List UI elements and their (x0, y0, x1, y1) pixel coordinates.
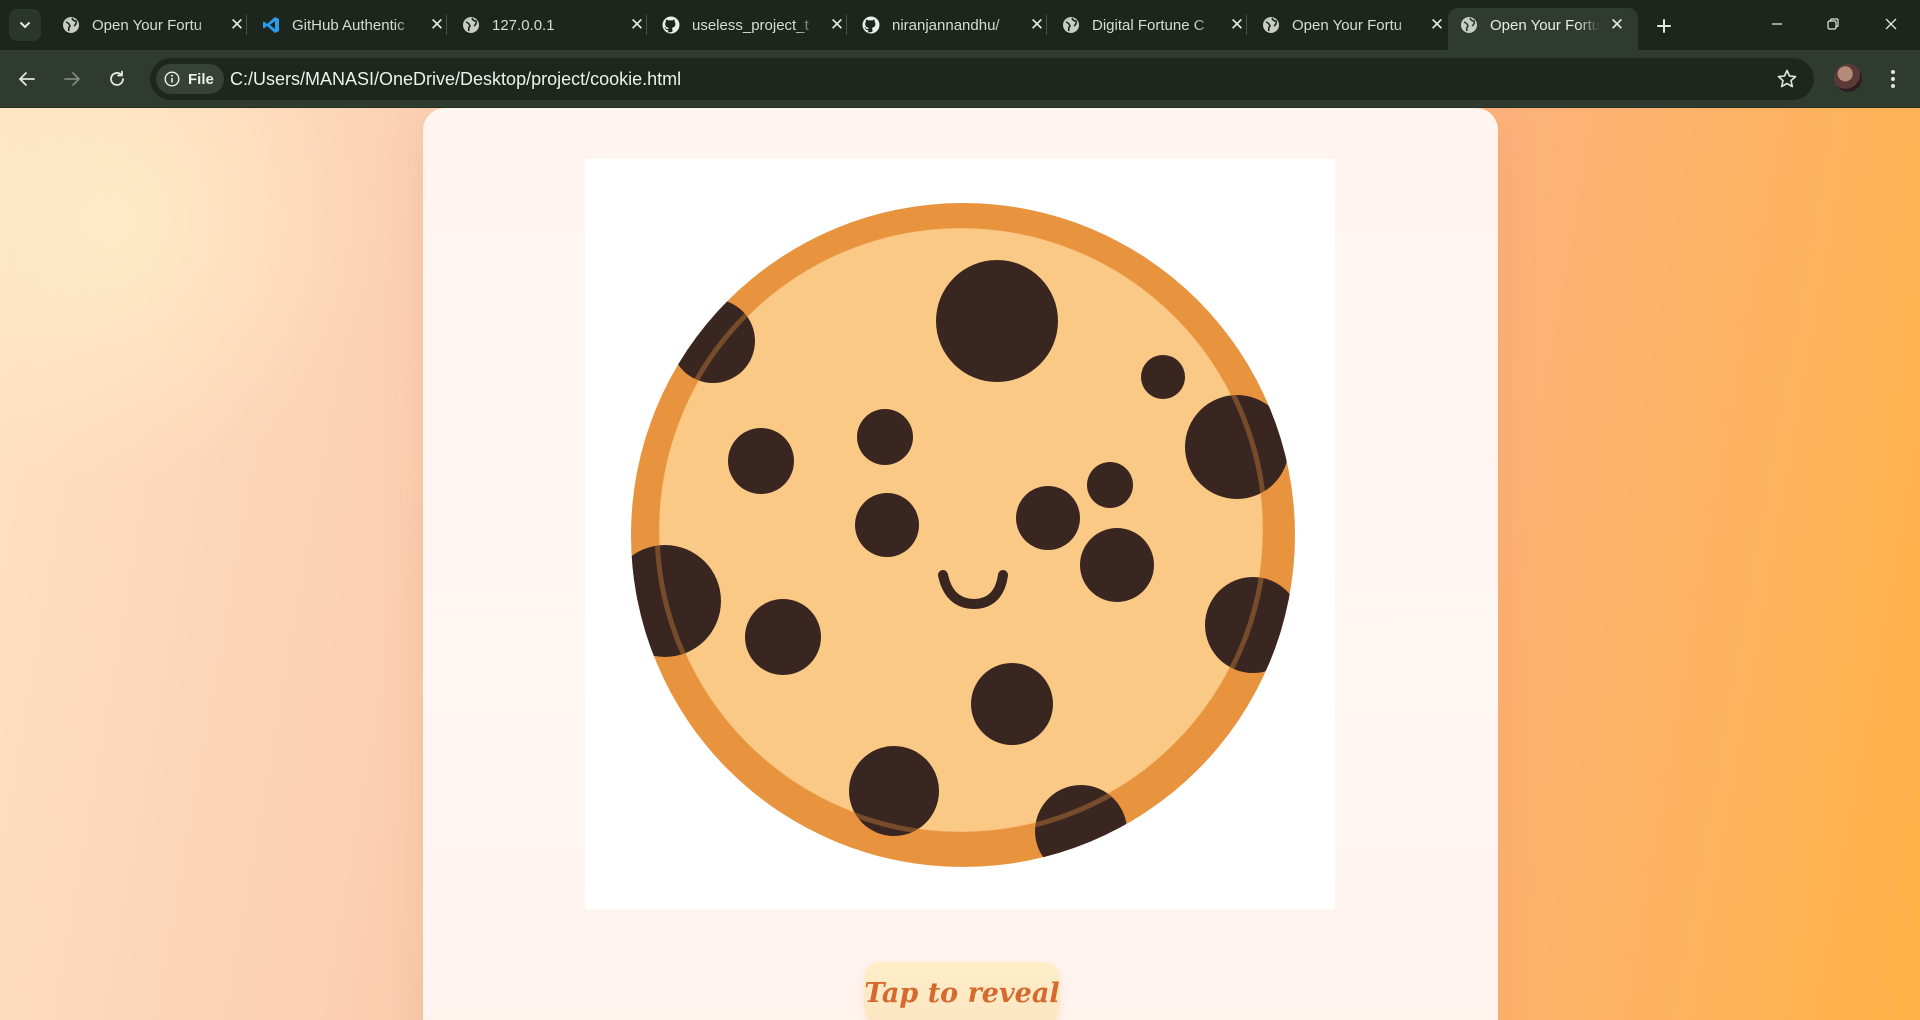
chocolate-chip (1205, 577, 1295, 673)
star-icon (1777, 69, 1797, 88)
tab-divider (1046, 15, 1047, 35)
globe-icon (1460, 16, 1478, 34)
globe-icon (1062, 16, 1080, 34)
chocolate-chip (1080, 528, 1154, 602)
new-tab-button[interactable] (1650, 12, 1678, 40)
chocolate-chip (1185, 395, 1289, 499)
url-text[interactable]: C:/Users/MANASI/OneDrive/Desktop/project… (230, 58, 681, 100)
restore-icon (1827, 18, 1839, 30)
close-icon[interactable]: ✕ (1426, 14, 1448, 36)
chocolate-chip (936, 260, 1058, 382)
tab-divider (846, 15, 847, 35)
tab-title: Open Your Fortu (1292, 16, 1403, 34)
cookie-illustration (631, 203, 1295, 867)
close-icon[interactable]: ✕ (426, 14, 448, 36)
page-viewport: Tap to reveal (0, 108, 1920, 1020)
chocolate-chip (849, 746, 939, 836)
tab-divider (446, 15, 447, 35)
chocolate-chip (728, 428, 794, 494)
info-icon (164, 71, 180, 87)
close-icon[interactable]: ✕ (226, 14, 248, 36)
chocolate-chip (971, 663, 1053, 745)
chocolate-chip (1141, 355, 1185, 399)
github-icon (862, 16, 880, 34)
address-bar[interactable]: File C:/Users/MANASI/OneDrive/Desktop/pr… (150, 58, 1814, 100)
tab-1[interactable]: Open Your Fortu ✕ (50, 8, 248, 42)
tab-search-button[interactable] (9, 9, 41, 41)
site-info-chip[interactable]: File (156, 64, 224, 94)
close-icon (1885, 18, 1897, 30)
tap-to-reveal-button[interactable]: Tap to reveal (864, 962, 1060, 1020)
browser-menu-button[interactable] (1881, 64, 1905, 94)
more-vert-icon (1891, 70, 1895, 88)
tab-title: GitHub Authentic (292, 16, 405, 34)
globe-icon (62, 16, 80, 34)
chocolate-chip (745, 599, 821, 675)
fortune-card: Tap to reveal (423, 108, 1498, 1020)
tab-6[interactable]: Digital Fortune C ✕ (1050, 8, 1248, 42)
plus-icon (1657, 19, 1671, 33)
close-icon[interactable]: ✕ (1026, 14, 1048, 36)
tab-title: Digital Fortune C (1092, 16, 1205, 34)
browser-toolbar: File C:/Users/MANASI/OneDrive/Desktop/pr… (0, 50, 1920, 108)
forward-button[interactable] (56, 63, 88, 95)
close-icon[interactable]: ✕ (826, 14, 848, 36)
chevron-down-icon (20, 22, 30, 29)
tab-title: Open Your Fortu (92, 16, 203, 34)
site-chip-label: File (188, 70, 214, 88)
close-icon[interactable]: ✕ (1226, 14, 1248, 36)
tab-3[interactable]: 127.0.0.1 ✕ (450, 8, 648, 42)
tab-title: niranjannandhu/ (892, 16, 1000, 34)
tab-7[interactable]: Open Your Fortu ✕ (1250, 8, 1448, 42)
tab-2[interactable]: GitHub Authentic ✕ (250, 8, 448, 42)
tab-divider (646, 15, 647, 35)
globe-icon (1262, 16, 1280, 34)
minimize-icon (1772, 23, 1782, 25)
tab-divider (1246, 15, 1247, 35)
reload-icon (110, 70, 124, 86)
close-icon[interactable]: ✕ (1606, 14, 1628, 36)
chocolate-chip (1016, 486, 1080, 550)
minimize-button[interactable] (1754, 8, 1800, 40)
github-icon (662, 16, 680, 34)
chocolate-chip (1035, 785, 1127, 867)
globe-icon (462, 16, 480, 34)
cookie-image[interactable] (585, 159, 1335, 909)
tab-title: useless_project_t (692, 16, 809, 34)
chocolate-chip (671, 299, 755, 383)
chocolate-chip (1087, 462, 1133, 508)
tab-title: 127.0.0.1 (492, 16, 555, 34)
vscode-icon (262, 16, 280, 34)
restore-button[interactable] (1810, 8, 1856, 40)
close-icon[interactable]: ✕ (626, 14, 648, 36)
reload-button[interactable] (101, 63, 133, 95)
chocolate-chip (857, 409, 913, 465)
arrow-left-icon (19, 72, 35, 86)
close-window-button[interactable] (1868, 8, 1914, 40)
back-button[interactable] (11, 63, 43, 95)
tab-4[interactable]: useless_project_t ✕ (650, 8, 848, 42)
arrow-right-icon (64, 72, 80, 86)
tab-divider (246, 15, 247, 35)
chocolate-chip (855, 493, 919, 557)
tab-8-active[interactable]: Open Your Fortu ✕ (1448, 8, 1638, 50)
tab-5[interactable]: niranjannandhu/ ✕ (850, 8, 1048, 42)
tab-strip: Open Your Fortu ✕ GitHub Authentic ✕ 127… (0, 0, 1920, 50)
tab-title: Open Your Fortu (1490, 16, 1600, 34)
profile-avatar[interactable] (1834, 64, 1862, 92)
bookmark-button[interactable] (1776, 68, 1798, 95)
